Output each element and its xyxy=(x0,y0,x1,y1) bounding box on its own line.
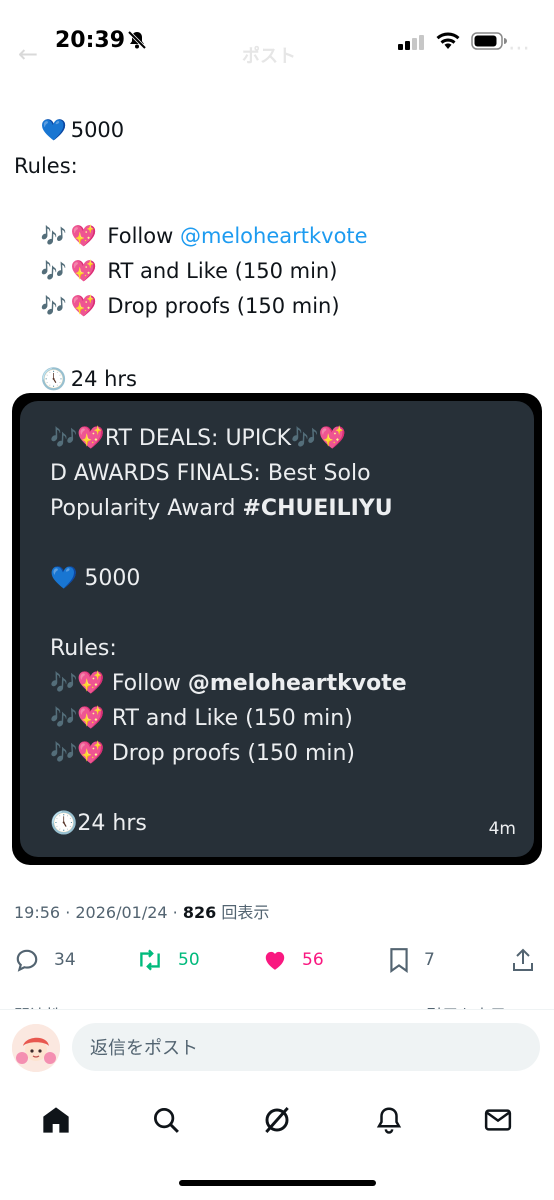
nav-search[interactable] xyxy=(146,1100,186,1140)
quote-rule-rt: 🎶💖 RT and Like (150 min) xyxy=(50,701,353,736)
status-time: 20:39 xyxy=(55,28,126,53)
views-label: 回表示 xyxy=(216,903,270,922)
action-bar: 34 50 56 7 xyxy=(0,940,554,980)
reply-icon xyxy=(16,949,38,972)
wifi-icon xyxy=(436,32,460,49)
retweet-button[interactable]: 50 xyxy=(136,940,200,980)
avatar-illustration xyxy=(12,1024,60,1072)
status-bar: ← ポスト ⋯ 20:39 xyxy=(0,0,554,84)
reply-bar: 返信をポスト xyxy=(0,1010,554,1086)
quote-rules-label: Rules: xyxy=(50,636,117,661)
quote-mention: @meloheartkvote xyxy=(187,671,407,696)
sparkle-heart-emoji: 💖 xyxy=(77,741,105,766)
quote-title-1: RT DEALS: UPICK xyxy=(104,426,292,451)
blue-heart-emoji: 💙 xyxy=(50,566,78,591)
nav-notifications[interactable] xyxy=(369,1100,409,1140)
quote-rule-proofs-text: Drop proofs (150 min) xyxy=(111,741,356,766)
quote-follow-label: Follow xyxy=(111,671,188,696)
tweet-meta: 19:56 · 2026/01/24 · 826 回表示 xyxy=(14,899,269,923)
bell-icon xyxy=(376,1107,402,1134)
quote-line-1: 🎶💖RT DEALS: UPICK🎶💖 xyxy=(50,421,346,456)
quote-duration: 🕔24 hrs xyxy=(50,806,147,841)
sparkle-heart-emoji: 💖 xyxy=(77,706,105,731)
nav-messages[interactable] xyxy=(478,1100,518,1140)
grok-icon xyxy=(265,1107,289,1133)
tweet-datetime: 19:56 · 2026/01/24 · xyxy=(14,903,183,922)
reply-count: 34 xyxy=(54,950,76,970)
nav-grok[interactable] xyxy=(257,1100,297,1140)
bottom-nav xyxy=(0,1090,554,1150)
rule-proofs-text: Drop proofs (150 min) xyxy=(107,294,340,318)
quote-rule-follow: 🎶💖 Follow @meloheartkvote xyxy=(50,666,407,701)
notes-emoji: 🎶 xyxy=(50,671,78,696)
bookmark-button[interactable]: 7 xyxy=(388,940,435,980)
reply-button[interactable]: 34 xyxy=(14,940,76,980)
retweet-count: 50 xyxy=(178,950,200,970)
notes-emoji: 🎶 xyxy=(291,426,319,451)
reply-input[interactable]: 返信をポスト xyxy=(72,1023,540,1071)
quote-image-card[interactable]: 🎶💖RT DEALS: UPICK🎶💖 D AWARDS FINALS: Bes… xyxy=(12,393,542,865)
notes-emoji: 🎶 xyxy=(50,426,78,451)
heart-icon xyxy=(265,951,285,970)
clock-emoji: 🕔 xyxy=(40,367,67,391)
sparkle-heart-emoji: 💖 xyxy=(70,294,97,318)
notes-emoji: 🎶 xyxy=(50,706,78,731)
avatar[interactable] xyxy=(12,1024,60,1072)
header-title: ポスト xyxy=(242,46,296,67)
nav-home[interactable] xyxy=(36,1100,76,1140)
search-icon xyxy=(154,1108,179,1133)
quote-rule-rt-text: RT and Like (150 min) xyxy=(111,706,353,731)
home-indicator xyxy=(179,1180,376,1186)
share-button[interactable] xyxy=(511,940,549,980)
signal-icon xyxy=(398,35,424,50)
bookmark-count: 7 xyxy=(424,950,435,970)
quote-age: 4m xyxy=(488,819,516,839)
quote-title-3: Popularity Award xyxy=(50,496,243,521)
sparkle-heart-emoji: 💖 xyxy=(77,671,105,696)
duration-text: 24 hrs xyxy=(70,367,137,391)
quote-duration-text: 24 hrs xyxy=(77,811,147,836)
tweet-count: 5000 xyxy=(70,118,125,142)
blue-heart-emoji: 💙 xyxy=(40,118,67,142)
share-icon xyxy=(513,948,533,971)
quote-hashtag: #CHUEILIYU xyxy=(242,496,393,521)
home-icon xyxy=(43,1107,69,1133)
quote-count: 5000 xyxy=(84,566,141,591)
bell-muted-icon xyxy=(127,30,147,50)
more-icon[interactable]: ⋯ xyxy=(508,36,530,61)
back-arrow-icon[interactable]: ← xyxy=(18,40,38,68)
quote-line-3: Popularity Award #CHUEILIYU xyxy=(50,491,393,526)
tweet-rules-label: Rules: xyxy=(14,154,78,178)
battery-icon xyxy=(471,32,507,50)
views-count: 826 xyxy=(182,903,217,922)
clock-emoji: 🕔 xyxy=(50,811,78,836)
sparkle-heart-emoji: 💖 xyxy=(318,426,346,451)
bookmark-icon xyxy=(390,948,408,973)
retweet-icon xyxy=(140,949,160,971)
like-button[interactable]: 56 xyxy=(262,940,324,980)
mail-icon xyxy=(484,1109,512,1131)
quote-count-line: 💙 5000 xyxy=(50,561,140,596)
quote-line-2: D AWARDS FINALS: Best Solo xyxy=(50,461,371,486)
notes-emoji: 🎶 xyxy=(50,741,78,766)
notes-emoji: 🎶 xyxy=(40,294,67,318)
quote-image-inner: 🎶💖RT DEALS: UPICK🎶💖 D AWARDS FINALS: Bes… xyxy=(20,401,534,857)
sparkle-heart-emoji: 💖 xyxy=(77,426,105,451)
like-count: 56 xyxy=(302,950,324,970)
quote-rule-proofs: 🎶💖 Drop proofs (150 min) xyxy=(50,736,355,771)
